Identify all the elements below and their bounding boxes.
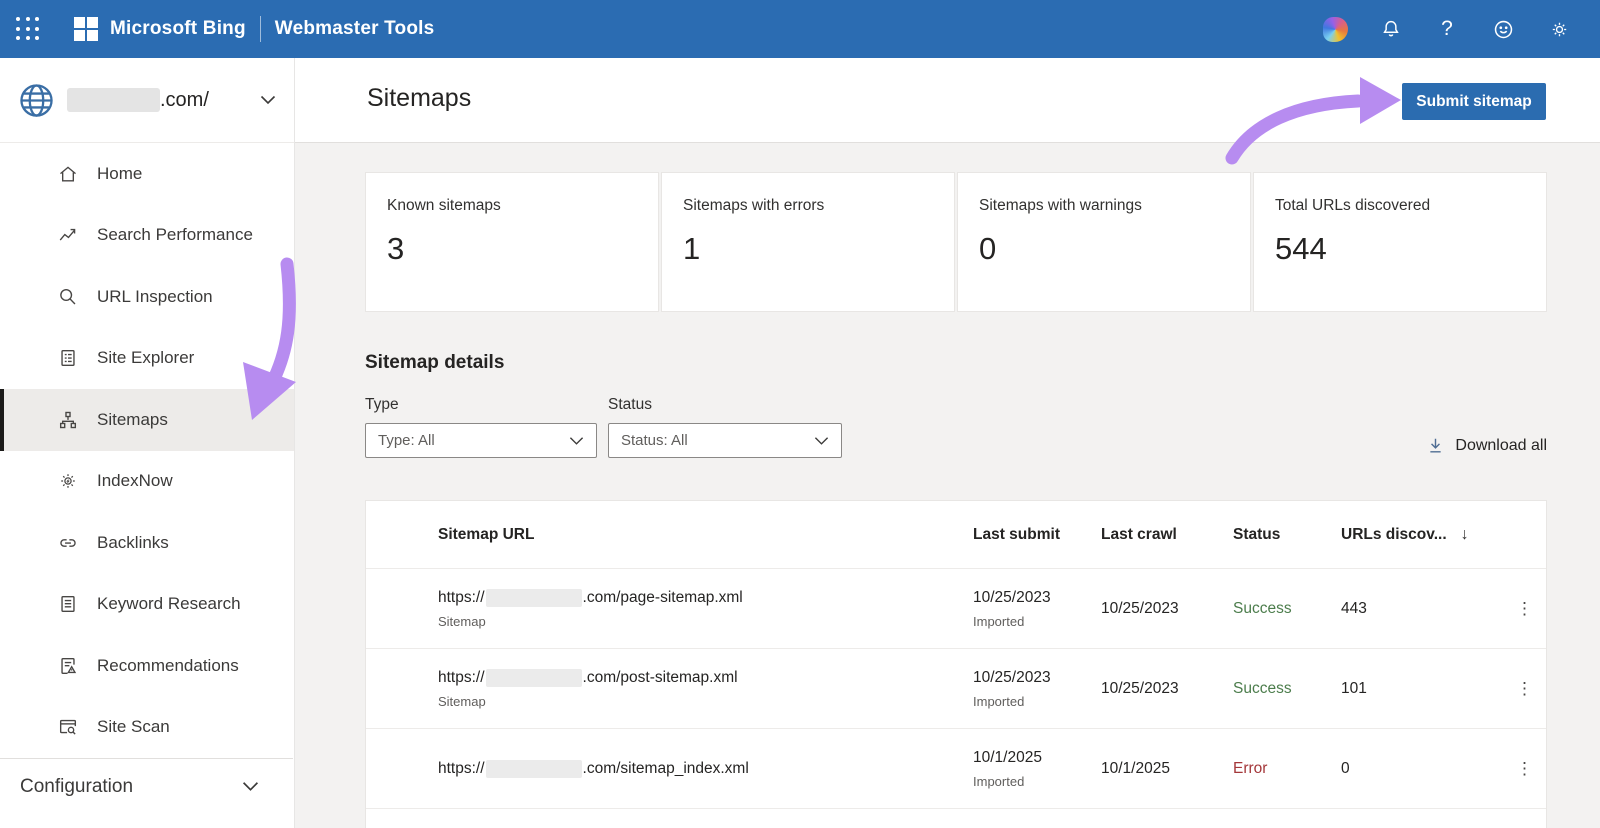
status-badge: Success bbox=[1233, 599, 1292, 617]
microsoft-logo-icon bbox=[74, 17, 98, 41]
sidebar-item-indexnow[interactable]: IndexNow bbox=[0, 451, 294, 513]
waffle-icon[interactable] bbox=[16, 17, 40, 41]
table-header-row: Sitemap URL Last submit Last crawl Statu… bbox=[366, 501, 1546, 569]
chevron-down-icon bbox=[260, 95, 276, 105]
sidebar: .com/ Home Search Performance URL Inspec… bbox=[0, 58, 295, 828]
type-filter-select[interactable]: Type: All bbox=[365, 423, 597, 458]
sitemap-type: Sitemap bbox=[438, 693, 486, 709]
status-badge: Success bbox=[1233, 679, 1292, 697]
content-header: Sitemaps Submit sitemap bbox=[295, 58, 1600, 143]
copilot-icon[interactable] bbox=[1322, 16, 1348, 42]
table-row: https://.com/page-sitemap.xml Sitemap 10… bbox=[366, 569, 1546, 649]
stat-total-urls-discovered: Total URLs discovered 544 bbox=[1253, 172, 1547, 312]
link-icon bbox=[57, 532, 79, 554]
sidebar-item-home[interactable]: Home bbox=[0, 143, 294, 205]
redacted-site-name bbox=[67, 88, 160, 112]
sidebar-item-configuration[interactable]: Configuration bbox=[0, 758, 293, 814]
sort-descending-icon[interactable]: ↓ bbox=[1461, 526, 1469, 543]
sidebar-item-site-explorer[interactable]: Site Explorer bbox=[0, 328, 294, 390]
sitemap-details-heading: Sitemap details bbox=[365, 352, 505, 373]
settings-icon[interactable] bbox=[1546, 16, 1572, 42]
sidebar-item-site-scan[interactable]: Site Scan bbox=[0, 697, 294, 759]
table-row: https://.com/sitemap_index.xml 10/1/2025… bbox=[366, 729, 1546, 809]
sidebar-item-keyword-research[interactable]: Keyword Research bbox=[0, 574, 294, 636]
sidebar-item-search-performance[interactable]: Search Performance bbox=[0, 205, 294, 267]
document-icon bbox=[57, 593, 79, 615]
sidebar-item-sitemaps[interactable]: Sitemaps bbox=[0, 389, 294, 451]
col-last-crawl[interactable]: Last crawl bbox=[1101, 526, 1233, 544]
status-badge: Error bbox=[1233, 759, 1268, 777]
magnifier-icon bbox=[57, 286, 79, 308]
table-row-partial bbox=[366, 809, 1546, 828]
product-title: Webmaster Tools bbox=[274, 18, 435, 39]
gear-bolt-icon bbox=[57, 470, 79, 492]
top-bar: Microsoft Bing Webmaster Tools ? bbox=[0, 0, 1600, 58]
stat-known-sitemaps: Known sitemaps 3 bbox=[365, 172, 659, 312]
sitemap-type: Sitemap bbox=[438, 613, 486, 629]
col-urls-discovered[interactable]: URLs discov... ↓ bbox=[1341, 526, 1501, 544]
col-sitemap-url[interactable]: Sitemap URL bbox=[438, 526, 973, 544]
site-selector[interactable]: .com/ bbox=[0, 58, 294, 143]
document-list-icon bbox=[57, 347, 79, 369]
col-last-submit[interactable]: Last submit bbox=[973, 526, 1101, 544]
globe-icon bbox=[20, 83, 53, 117]
submit-sitemap-button[interactable]: Submit sitemap bbox=[1402, 83, 1546, 120]
bell-icon[interactable] bbox=[1378, 16, 1404, 42]
browser-scan-icon bbox=[57, 716, 79, 738]
sidebar-nav: Home Search Performance URL Inspection S… bbox=[0, 143, 294, 758]
status-filter-select[interactable]: Status: All bbox=[608, 423, 842, 458]
type-filter-label: Type bbox=[365, 396, 399, 413]
brand-title: Microsoft Bing bbox=[110, 18, 246, 39]
redacted-domain bbox=[485, 588, 582, 607]
trend-icon bbox=[57, 224, 79, 246]
page-title: Sitemaps bbox=[367, 84, 472, 112]
table-row: https://.com/post-sitemap.xml Sitemap 10… bbox=[366, 649, 1546, 729]
site-domain-suffix: .com/ bbox=[160, 88, 209, 111]
col-status[interactable]: Status bbox=[1233, 526, 1341, 544]
bing-webmaster-tools-page: Microsoft Bing Webmaster Tools ? .com/ H… bbox=[0, 0, 1600, 828]
document-warning-icon bbox=[57, 655, 79, 677]
download-icon bbox=[1430, 438, 1442, 453]
feedback-icon[interactable] bbox=[1490, 16, 1516, 42]
sidebar-item-recommendations[interactable]: Recommendations bbox=[0, 635, 294, 697]
redacted-domain bbox=[485, 668, 582, 687]
sidebar-item-url-inspection[interactable]: URL Inspection bbox=[0, 266, 294, 328]
sidebar-item-backlinks[interactable]: Backlinks bbox=[0, 512, 294, 574]
brand-divider bbox=[259, 16, 261, 42]
row-menu-icon[interactable]: ⋮ bbox=[1501, 759, 1548, 779]
stat-sitemaps-with-errors: Sitemaps with errors 1 bbox=[661, 172, 955, 312]
help-icon[interactable]: ? bbox=[1434, 16, 1460, 42]
row-menu-icon[interactable]: ⋮ bbox=[1501, 599, 1548, 619]
stats-cards: Known sitemaps 3 Sitemaps with errors 1 … bbox=[365, 172, 1547, 312]
redacted-domain bbox=[485, 759, 582, 778]
chevron-down-icon bbox=[814, 436, 829, 445]
chevron-down-icon bbox=[569, 436, 584, 445]
row-menu-icon[interactable]: ⋮ bbox=[1501, 679, 1548, 699]
home-icon bbox=[57, 163, 79, 185]
download-all-button[interactable]: Download all bbox=[1426, 436, 1547, 455]
hierarchy-icon bbox=[57, 409, 79, 431]
chevron-down-icon bbox=[242, 782, 259, 791]
main-content: Known sitemaps 3 Sitemaps with errors 1 … bbox=[295, 143, 1600, 828]
stat-sitemaps-with-warnings: Sitemaps with warnings 0 bbox=[957, 172, 1251, 312]
sitemaps-table: Sitemap URL Last submit Last crawl Statu… bbox=[365, 500, 1547, 828]
status-filter-label: Status bbox=[608, 396, 652, 413]
